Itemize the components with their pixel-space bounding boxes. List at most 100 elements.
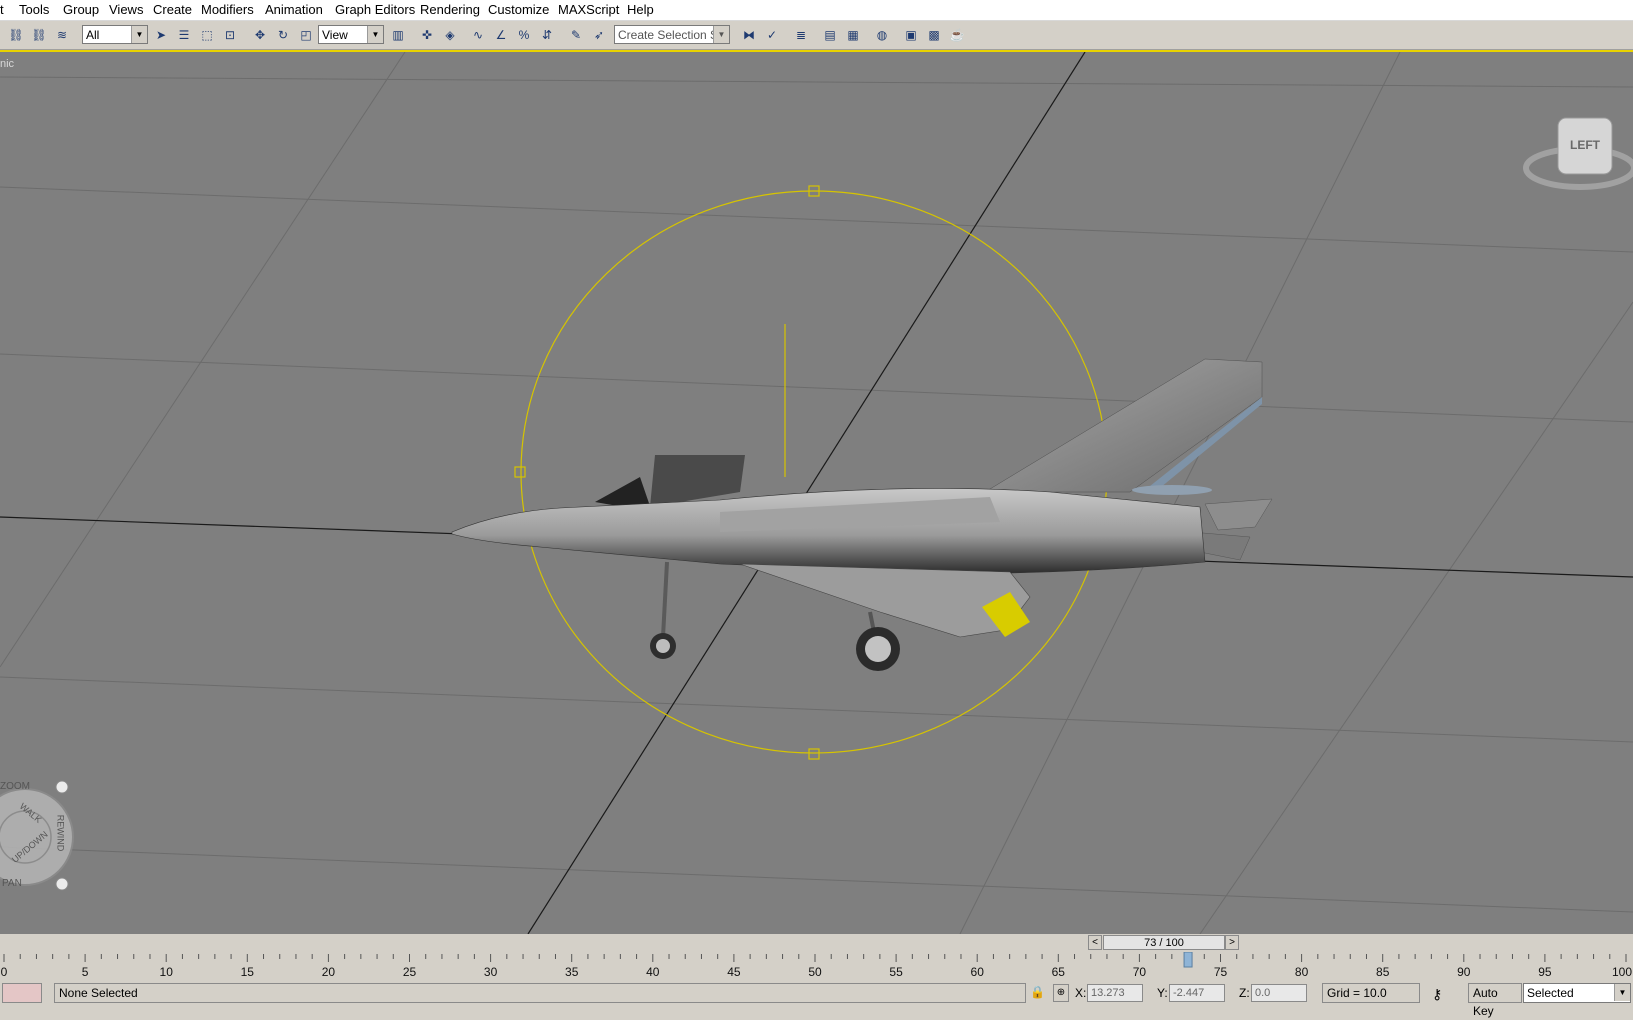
- curve-editor-icon[interactable]: ▤: [821, 26, 839, 44]
- unlink-icon[interactable]: ⛓: [30, 26, 48, 44]
- ruler-tick-label: 45: [727, 965, 741, 979]
- chevron-down-icon: ▼: [713, 26, 729, 43]
- key-filter-dropdown[interactable]: Selected ▼: [1523, 983, 1631, 1003]
- key-filter-value: Selected: [1527, 986, 1574, 1000]
- menu-item-maxscript[interactable]: MAXScript: [558, 2, 619, 17]
- move-icon[interactable]: ✥: [251, 26, 269, 44]
- rotate-icon[interactable]: ↻: [274, 26, 292, 44]
- key-icon[interactable]: ⚷: [1432, 986, 1442, 1003]
- y-label: Y:: [1157, 986, 1168, 1000]
- spinner-snap-icon[interactable]: ⇵: [538, 26, 556, 44]
- viewport-canvas: [0, 52, 1633, 934]
- z-label: Z:: [1239, 986, 1250, 1000]
- selection-status: None Selected: [54, 983, 1026, 1003]
- ruler-tick-label: 95: [1538, 965, 1552, 979]
- select-object-icon[interactable]: ➤: [152, 26, 170, 44]
- menu-item-create[interactable]: Create: [153, 2, 192, 17]
- time-slider-next-button[interactable]: >: [1225, 935, 1239, 950]
- ruler-tick-label: 75: [1214, 965, 1228, 979]
- chevron-down-icon: ▼: [131, 26, 147, 43]
- chevron-down-icon: ▼: [1614, 984, 1630, 1001]
- schematic-view-icon[interactable]: ▦: [844, 26, 862, 44]
- ruler-tick-label: 80: [1295, 965, 1309, 979]
- menu-item-customize[interactable]: Customize: [488, 2, 549, 17]
- bind-space-warp-icon[interactable]: ≋: [53, 26, 71, 44]
- nav-pan-label[interactable]: PAN: [2, 878, 22, 889]
- lock-icon[interactable]: 🔒: [1030, 985, 1045, 999]
- time-slider[interactable]: 73 / 100: [1103, 935, 1225, 950]
- menu-item-views[interactable]: Views: [109, 2, 143, 17]
- viewport-label[interactable]: nic: [0, 58, 14, 70]
- edit-named-selection-icon[interactable]: ✎: [567, 26, 585, 44]
- ruler-tick-label: 85: [1376, 965, 1390, 979]
- select-by-name-icon[interactable]: ☰: [175, 26, 193, 44]
- y-coordinate-field[interactable]: -2.447: [1169, 984, 1225, 1002]
- ruler-tick-label: 15: [241, 965, 255, 979]
- time-slider-prev-button[interactable]: <: [1088, 935, 1102, 950]
- align-icon[interactable]: ✓: [763, 26, 781, 44]
- select-manipulate-icon[interactable]: ✜: [418, 26, 436, 44]
- ruler-tick-label: 70: [1133, 965, 1147, 979]
- render-production-icon[interactable]: ☕: [948, 26, 966, 44]
- selection-filter-dropdown[interactable]: All ▼: [82, 25, 148, 44]
- menu-item-file[interactable]: t: [0, 2, 4, 17]
- ruler-tick-label: 35: [565, 965, 579, 979]
- viewcube-face-label[interactable]: LEFT: [1570, 138, 1600, 152]
- menu-item-group[interactable]: Group: [63, 2, 99, 17]
- render-setup-icon[interactable]: ▣: [902, 26, 920, 44]
- reference-coordinate-value: View: [322, 28, 348, 42]
- keyboard-shortcut-toggle-icon[interactable]: ◈: [441, 26, 459, 44]
- selection-filter-value: All: [86, 28, 100, 42]
- nav-zoom-label[interactable]: ZOOM: [0, 781, 30, 792]
- layer-manager-icon[interactable]: ≣: [792, 26, 810, 44]
- ruler-tick-label: 40: [646, 965, 660, 979]
- named-selection-icon[interactable]: ➶: [590, 26, 608, 44]
- perspective-viewport[interactable]: nic LEFT ZOOM WALK REWIND UP/DOWN PAN: [0, 50, 1633, 936]
- ruler-tick-label: 20: [322, 965, 336, 979]
- ruler-tick-label: 25: [403, 965, 417, 979]
- menu-item-animation[interactable]: Animation: [265, 2, 323, 17]
- material-editor-icon[interactable]: ◍: [873, 26, 891, 44]
- snap-toggle-icon[interactable]: ∿: [469, 26, 487, 44]
- grid-size-display: Grid = 10.0: [1322, 983, 1420, 1003]
- menu-item-help[interactable]: Help: [627, 2, 654, 17]
- x-label: X:: [1075, 986, 1087, 1000]
- rendered-frame-window-icon[interactable]: ▩: [925, 26, 943, 44]
- reference-coordinate-dropdown[interactable]: View ▼: [318, 25, 384, 44]
- angle-snap-icon[interactable]: ∠: [492, 26, 510, 44]
- absolute-mode-icon[interactable]: ⊕: [1053, 984, 1069, 1002]
- ruler-tick-label: 5: [82, 965, 89, 979]
- chevron-down-icon: ▼: [367, 26, 383, 43]
- scale-icon[interactable]: ◰: [297, 26, 315, 44]
- track-ruler: 0 5 10 15 20 25 30 35 40 45 50 55 60 65 70 75 80 85 90 95 10…: [1, 952, 1632, 979]
- nav-rewind-label[interactable]: REWIND: [55, 815, 65, 852]
- maxscript-listener-mini[interactable]: [2, 983, 42, 1003]
- ruler-tick-label: 55: [889, 965, 903, 979]
- menu-item-tools[interactable]: Tools: [19, 2, 49, 17]
- ruler-tick-label: 100: [1612, 965, 1632, 979]
- frame-display: 73 / 100: [1144, 937, 1184, 949]
- x-coordinate-field[interactable]: 13.273: [1087, 984, 1143, 1002]
- menu-item-modifiers[interactable]: Modifiers: [201, 2, 254, 17]
- percent-snap-icon[interactable]: %: [515, 26, 533, 44]
- current-frame-marker[interactable]: [1183, 952, 1193, 968]
- ruler-tick-label: 50: [808, 965, 822, 979]
- selection-set-placeholder: Create Selection Set: [618, 28, 729, 42]
- pivot-center-icon[interactable]: ▥: [389, 26, 407, 44]
- mirror-icon[interactable]: ⧓: [740, 26, 758, 44]
- status-bar: None Selected 🔒 ⊕ X: 13.273 Y: -2.447 Z:…: [0, 980, 1633, 1018]
- link-icon[interactable]: ⛓: [7, 26, 25, 44]
- auto-key-button[interactable]: Auto Key: [1468, 983, 1522, 1018]
- main-toolbar: ⛓ ⛓ ≋ All ▼ ➤ ☰ ⬚ ⊡ ✥ ↻ ◰ View ▼ ▥ ✜ ◈ ∿…: [0, 21, 1633, 50]
- window-crossing-icon[interactable]: ⊡: [221, 26, 239, 44]
- menu-item-rendering[interactable]: Rendering: [420, 2, 480, 17]
- track-bar[interactable]: 0 5 10 15 20 25 30 35 40 45 50 55 60 65 70 75 80 85 90 95 10…: [0, 952, 1633, 980]
- viewcube[interactable]: [1523, 117, 1633, 190]
- menu-item-graph-editors[interactable]: Graph Editors: [335, 2, 415, 17]
- ruler-tick-label: 60: [971, 965, 985, 979]
- time-slider-bar: < 73 / 100 >: [0, 934, 1633, 952]
- rectangular-selection-icon[interactable]: ⬚: [198, 26, 216, 44]
- create-selection-set-dropdown[interactable]: Create Selection Set ▼: [614, 25, 730, 44]
- z-coordinate-field[interactable]: 0.0: [1251, 984, 1307, 1002]
- ruler-tick-label: 65: [1052, 965, 1066, 979]
